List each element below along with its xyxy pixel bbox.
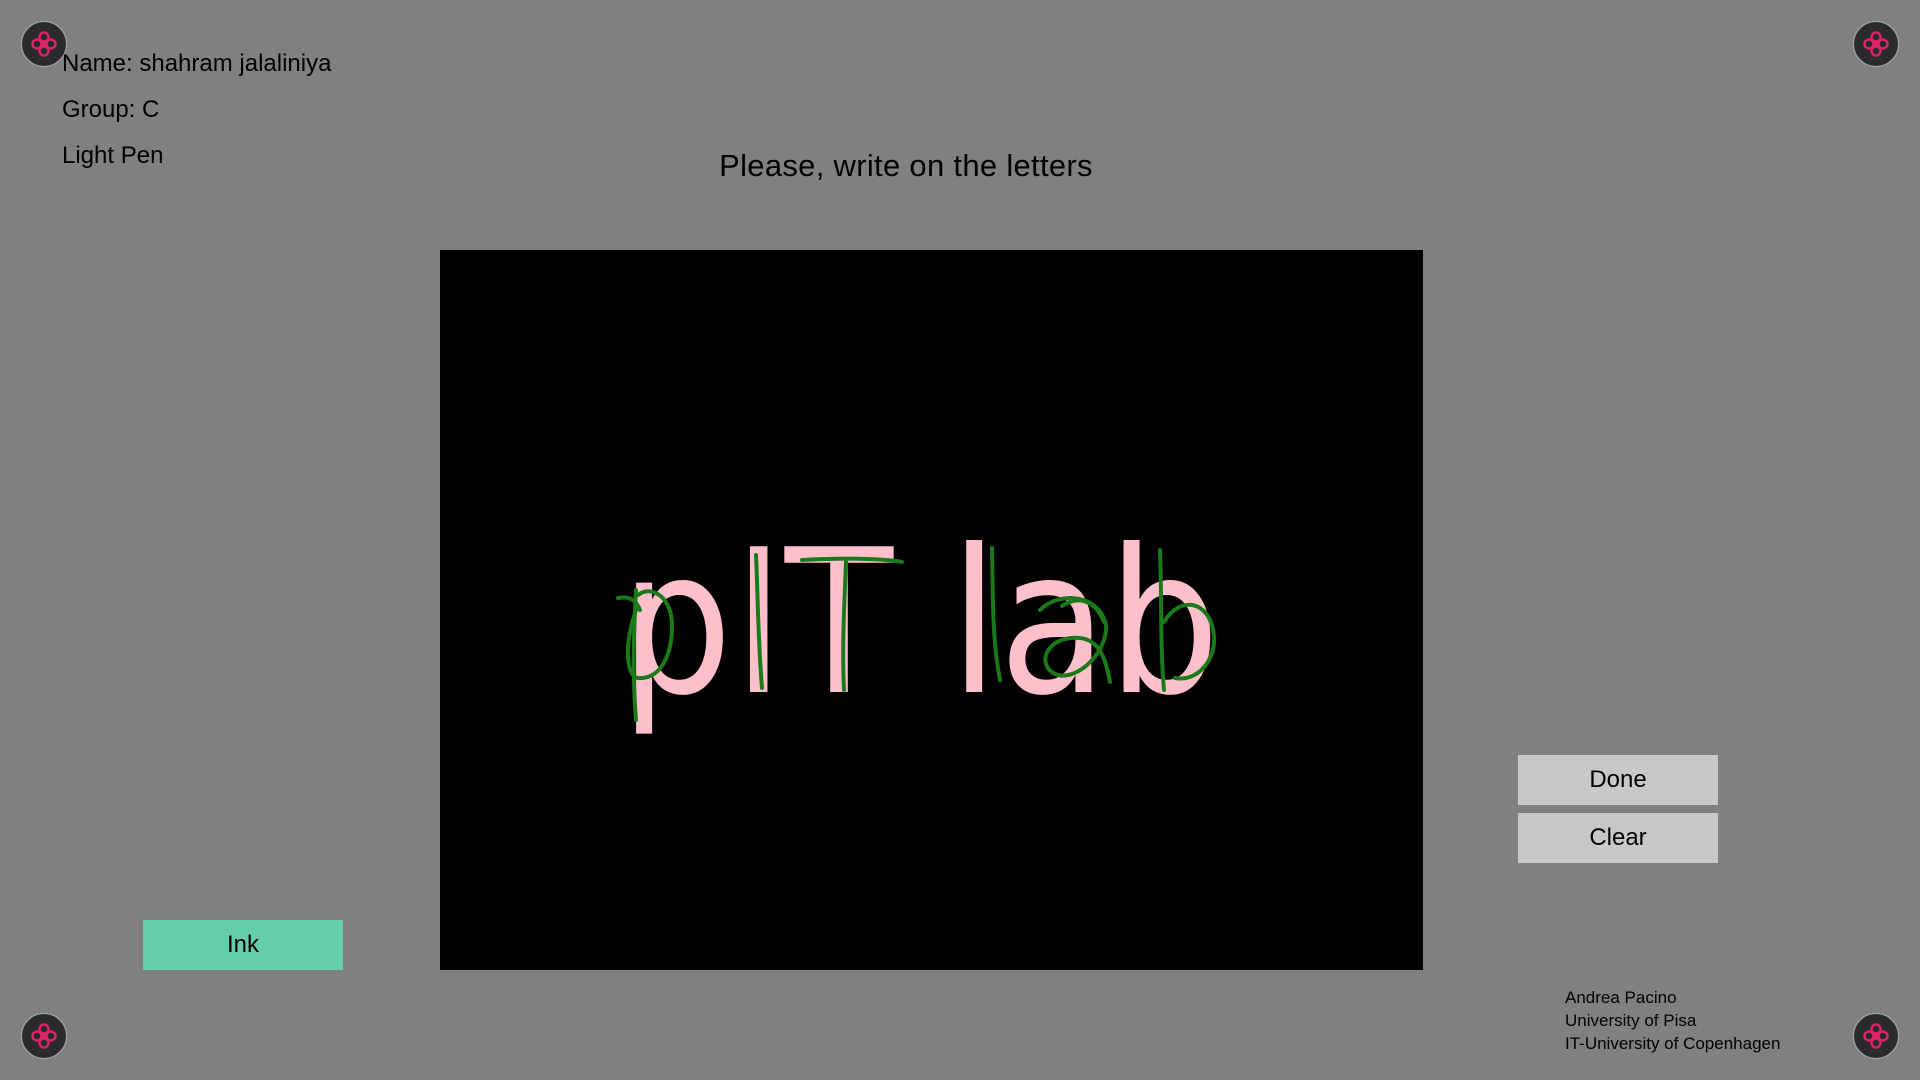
done-button[interactable]: Done	[1518, 755, 1718, 805]
ink-canvas[interactable]: pIT lab	[440, 250, 1423, 970]
credit-institution: University of Pisa	[1565, 1011, 1697, 1030]
fiducial-marker-icon	[1853, 1013, 1899, 1059]
clear-button[interactable]: Clear	[1518, 813, 1718, 863]
credit-institution: IT-University of Copenhagen	[1565, 1034, 1781, 1053]
fiducial-marker-icon	[21, 1013, 67, 1059]
ink-button[interactable]: Ink	[143, 920, 343, 970]
credits: Andrea Pacino University of Pisa IT-Univ…	[1565, 986, 1780, 1055]
credit-author: Andrea Pacino	[1565, 988, 1677, 1007]
calibration-page: Name: shahram jalaliniya Group: C Light …	[0, 0, 1920, 1080]
fiducial-marker-icon	[21, 21, 67, 67]
participant-group: Group: C	[62, 96, 160, 123]
participant-name: Name: shahram jalaliniya	[62, 50, 332, 77]
fiducial-marker-icon	[1853, 21, 1899, 67]
target-letters: pIT lab	[620, 507, 1220, 740]
instruction-text: Please, write on the letters	[719, 148, 1093, 183]
